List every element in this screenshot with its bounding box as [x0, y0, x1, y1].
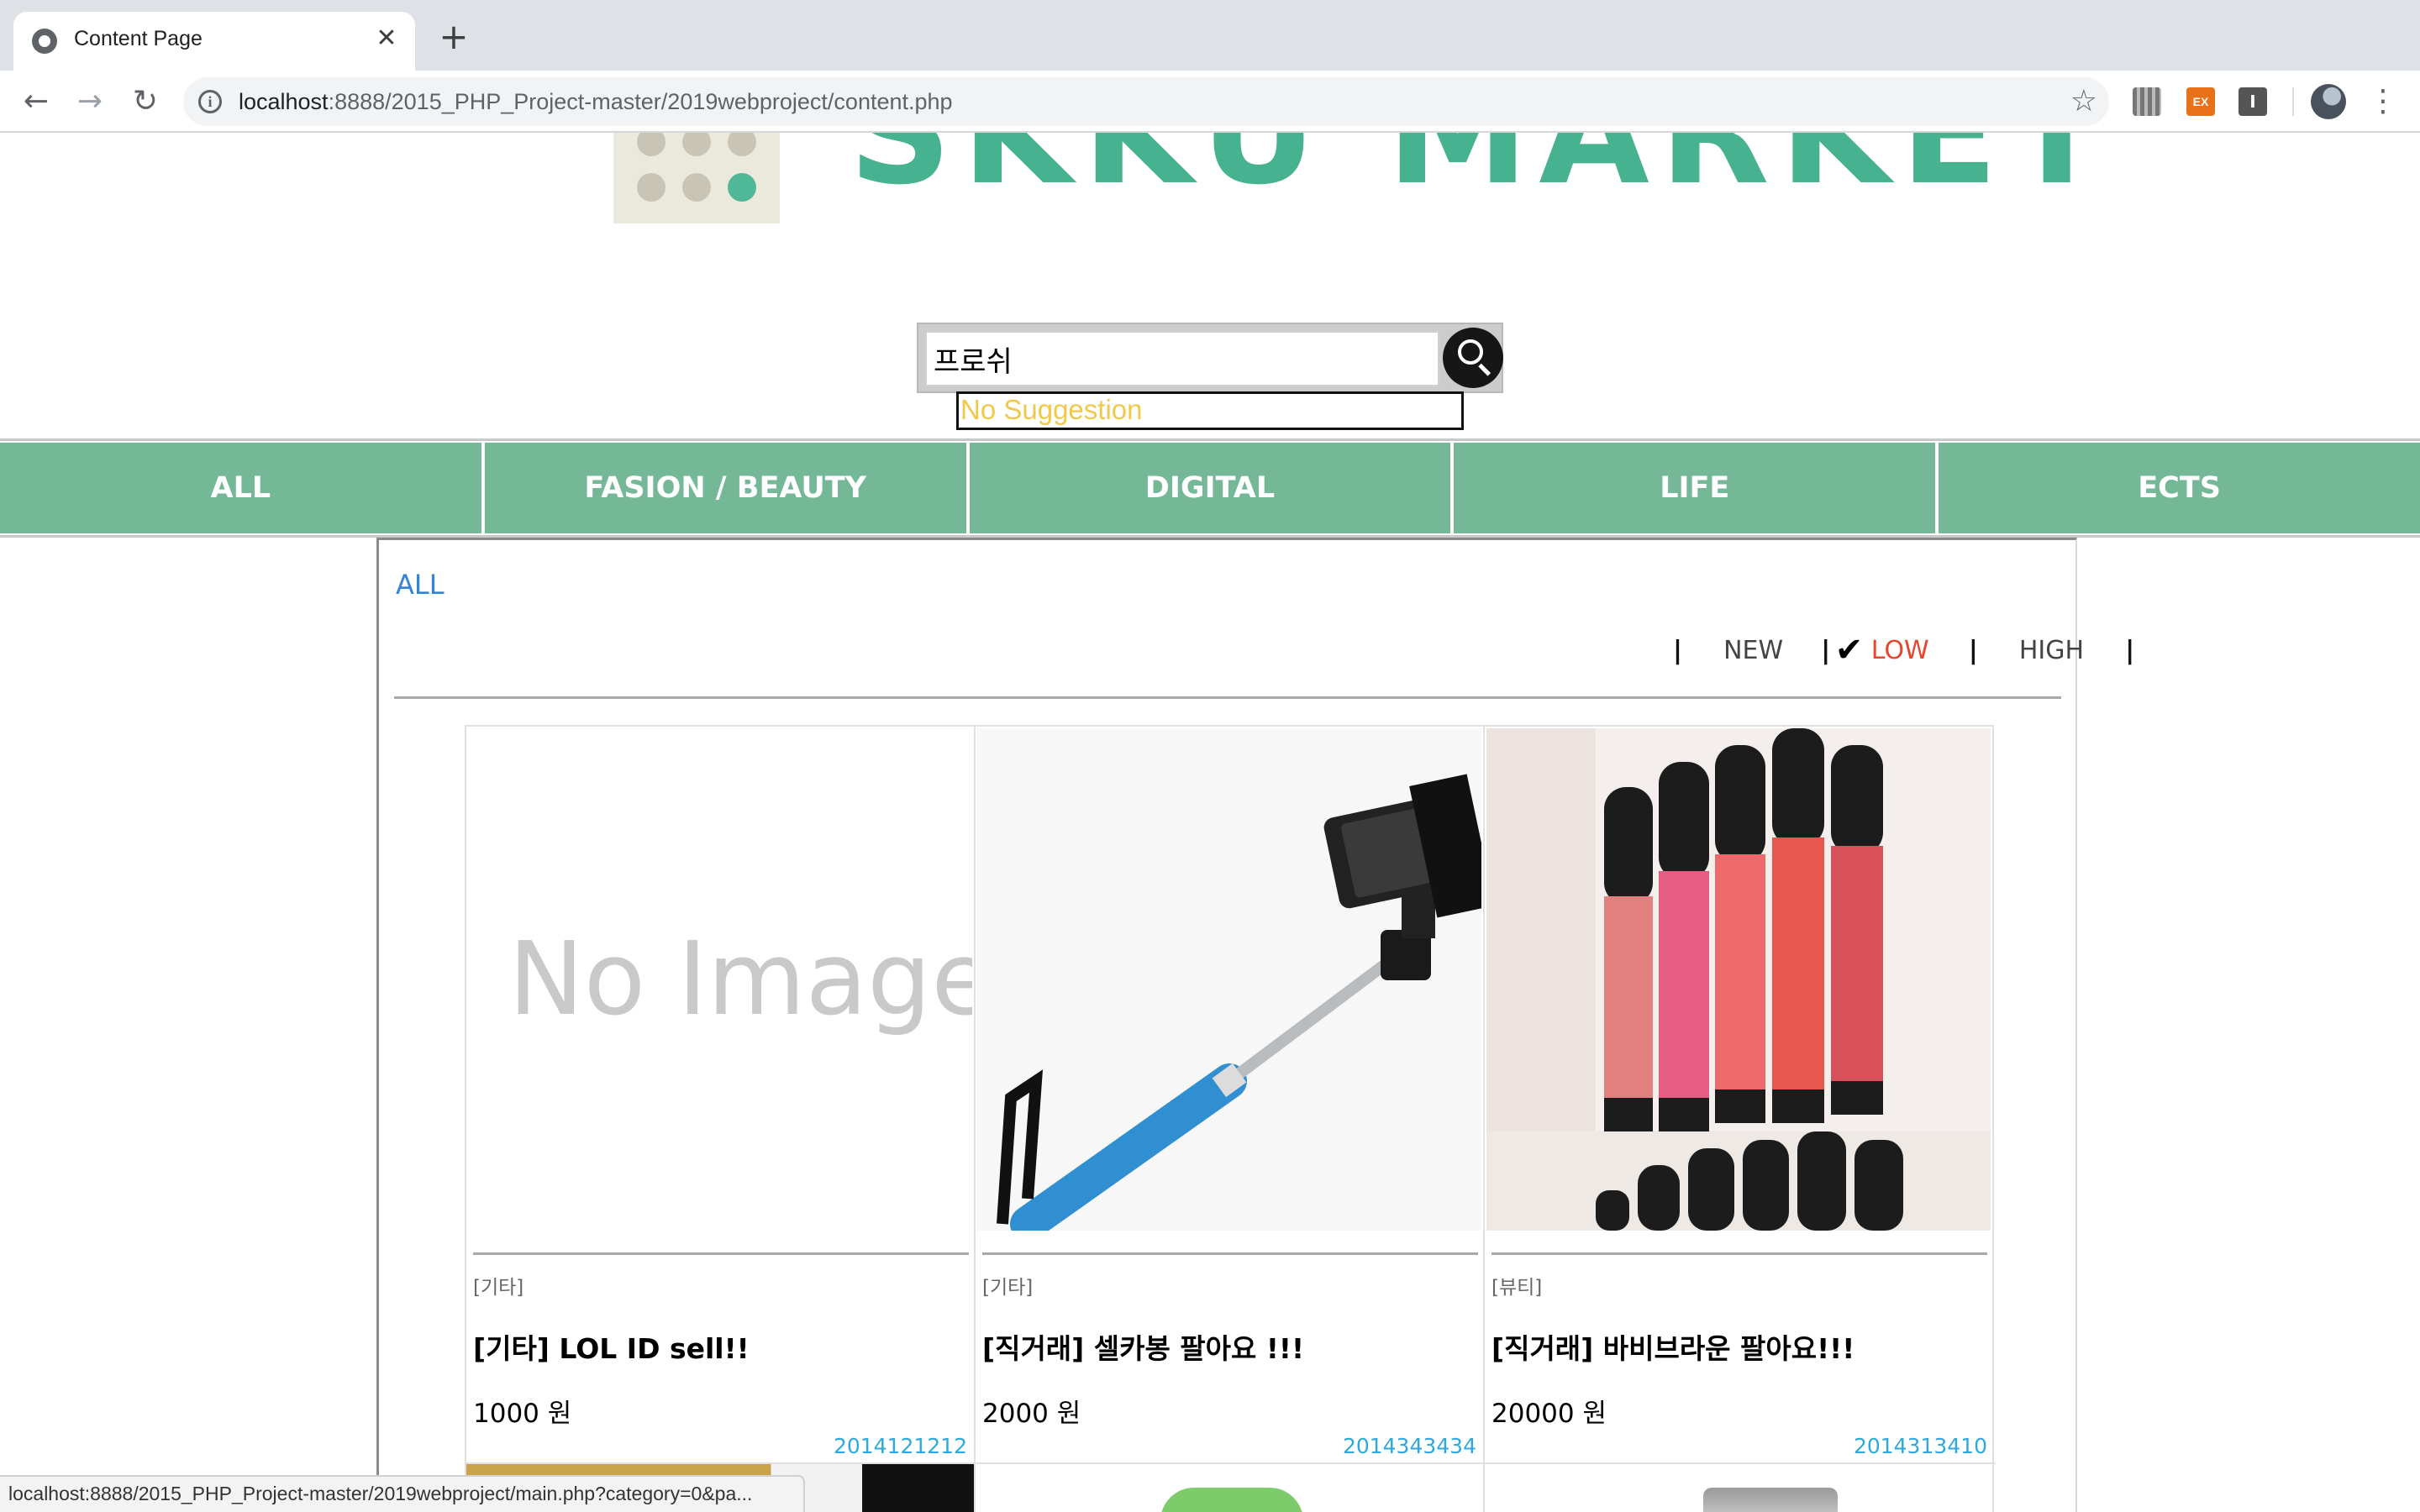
profile-avatar[interactable]: [2311, 84, 2346, 119]
menu-item-digital[interactable]: DIGITAL: [969, 443, 1451, 533]
extension-ex-icon[interactable]: EX: [2186, 87, 2215, 116]
search-suggestion[interactable]: No Suggestion: [956, 391, 1464, 430]
sort-separator: |: [2125, 635, 2135, 665]
search-box: [917, 323, 1503, 393]
sort-separator: |: [1968, 635, 1978, 665]
tab-title: Content Page: [74, 27, 203, 50]
logo-dot: [728, 173, 756, 202]
sort-separator: |: [1673, 635, 1682, 665]
product-category: [기타]: [982, 1277, 1034, 1299]
product-price: 20000 원: [1491, 1399, 1607, 1429]
product-image-selfie-stick[interactable]: [977, 728, 1481, 1231]
browser-tab[interactable]: Content Page ✕: [13, 12, 415, 71]
card-divider: [982, 1252, 1478, 1255]
favicon-icon: [32, 29, 57, 54]
logo-mark[interactable]: [613, 133, 780, 223]
url-text[interactable]: localhost:8888/2015_PHP_Project-master/2…: [239, 89, 953, 115]
sort-low-link[interactable]: LOW: [1871, 636, 1929, 665]
card-divider: [1491, 1252, 1987, 1255]
card-divider: [473, 1252, 969, 1255]
sort-options: | NEW | ✔ LOW | HIGH |: [1673, 631, 2134, 673]
product-price: 2000 원: [982, 1399, 1081, 1429]
product-grid: No Image [기타] [기타] LOL ID sell!! 1000 원 …: [465, 725, 1996, 1512]
reload-icon[interactable]: ↻: [126, 82, 165, 121]
product-category: [기타]: [473, 1277, 524, 1299]
extension-barcode-icon[interactable]: [2133, 87, 2161, 116]
browser-toolbar: ← → ↻ i localhost:8888/2015_PHP_Project-…: [0, 71, 2420, 133]
product-image-lip-gloss[interactable]: [1486, 728, 1991, 1231]
category-menu: ALL FASION / BEAUTY DIGITAL LIFE ECTS: [0, 438, 2420, 538]
sort-high-link[interactable]: HIGH: [2019, 636, 2084, 665]
sort-new-link[interactable]: NEW: [1723, 636, 1783, 665]
url-path: :8888/2015_PHP_Project-master/2019webpro…: [328, 89, 953, 114]
product-seller-id[interactable]: 2014121212: [834, 1434, 967, 1458]
sort-divider: [394, 696, 2061, 699]
no-image-text: No Image: [508, 921, 972, 1038]
product-title[interactable]: [직거래] 셀카봉 팔아요 !!!: [982, 1326, 1304, 1367]
kebab-menu-icon[interactable]: ⋮: [2368, 82, 2398, 121]
search-icon-handle: [1478, 363, 1491, 376]
lip-gloss-image: [1486, 728, 1991, 1231]
bottle-cap-shape: [1703, 1488, 1838, 1512]
product-image-placeholder[interactable]: No Image: [468, 728, 972, 1231]
logo-dot: [637, 133, 666, 156]
new-tab-button[interactable]: +: [435, 19, 472, 57]
bookmark-star-icon[interactable]: ☆: [2070, 84, 2097, 118]
forward-arrow-icon[interactable]: →: [71, 82, 109, 121]
info-icon[interactable]: i: [198, 90, 222, 113]
search-button[interactable]: [1443, 328, 1503, 388]
menu-item-fashion-beauty[interactable]: FASION / BEAUTY: [484, 443, 966, 533]
product-price: 1000 원: [473, 1399, 572, 1429]
content-panel: ALL | NEW | ✔ LOW | HIGH | No Image [기타]…: [376, 538, 2134, 1512]
current-category-link[interactable]: ALL: [396, 569, 445, 601]
site-logo-text[interactable]: SKKU MARKET: [849, 133, 2116, 205]
product-seller-id[interactable]: 2014343434: [1343, 1434, 1476, 1458]
menu-item-life[interactable]: LIFE: [1454, 443, 1936, 533]
search-input[interactable]: [925, 331, 1439, 386]
toolbar-divider: [2292, 87, 2294, 116]
product-category: [뷰티]: [1491, 1277, 1543, 1299]
address-bar[interactable]: i localhost:8888/2015_PHP_Project-master…: [183, 77, 2109, 126]
product-card[interactable]: [기타] [직거래] 셀카봉 팔아요 !!! 2000 원 2014343434: [976, 727, 1485, 1512]
page-viewport: SKKU MARKET No Suggestion ALL FASION / B…: [0, 133, 2420, 1512]
logo-dot: [682, 173, 711, 202]
logo-dot: [637, 173, 666, 202]
menu-item-all[interactable]: ALL: [0, 443, 481, 533]
back-arrow-icon[interactable]: ←: [17, 82, 55, 121]
url-host: localhost: [239, 89, 329, 114]
close-tab-icon[interactable]: ✕: [370, 22, 403, 55]
product-seller-id[interactable]: 2014313410: [1854, 1434, 1987, 1458]
selfie-stick-image: [977, 728, 1481, 1231]
product-title[interactable]: [기타] LOL ID sell!!: [473, 1326, 750, 1367]
green-shirt-shape: [1160, 1488, 1303, 1512]
browser-tabstrip: Content Page ✕ +: [0, 0, 2420, 71]
product-image-partial[interactable]: [1485, 1464, 1992, 1512]
product-title[interactable]: [직거래] 바비브라운 팔아요!!!: [1491, 1326, 1854, 1367]
logo-dot: [728, 133, 756, 156]
browser-status-bar: localhost:8888/2015_PHP_Project-master/2…: [0, 1475, 805, 1512]
sort-separator: |: [1821, 635, 1831, 665]
product-card[interactable]: No Image [기타] [기타] LOL ID sell!! 1000 원 …: [466, 727, 976, 1512]
extension-i-icon[interactable]: I: [2238, 87, 2267, 116]
search-icon: [1458, 339, 1483, 365]
menu-item-ects[interactable]: ECTS: [1939, 443, 2420, 533]
logo-dot: [682, 133, 711, 156]
product-card[interactable]: [뷰티] [직거래] 바비브라운 팔아요!!! 20000 원 20143134…: [1485, 727, 1994, 1512]
product-image-partial[interactable]: [976, 1464, 1483, 1512]
checkmark-icon: ✔: [1834, 631, 1864, 669]
